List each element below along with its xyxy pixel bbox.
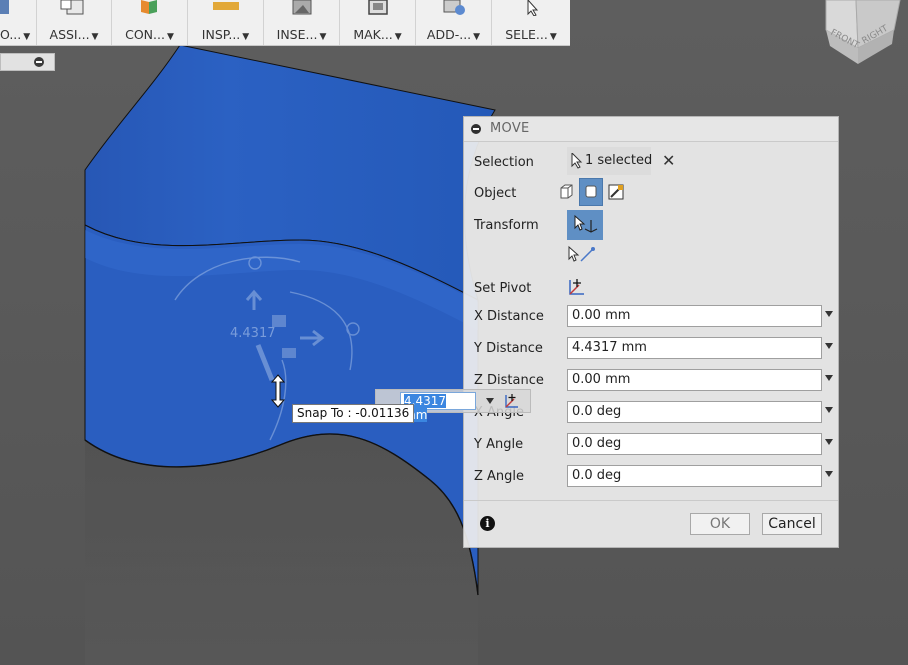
- minimize-icon[interactable]: [471, 124, 481, 134]
- point-to-point-icon[interactable]: [567, 245, 597, 265]
- toolbar-group-insert[interactable]: INSE... ▼: [264, 0, 340, 45]
- snap-tooltip: Snap To : -0.01136: [292, 404, 415, 423]
- info-icon[interactable]: i: [480, 516, 495, 531]
- toolbar: O... ▼ ASSI... ▼ CON... ▼ INSP... ▼ INSE... ▼…: [0, 0, 570, 46]
- chevron-down-icon: ▼: [242, 32, 250, 42]
- chevron-down-icon[interactable]: [825, 343, 833, 349]
- clear-selection-icon[interactable]: ✕: [662, 151, 675, 171]
- free-move-icon: [574, 214, 598, 233]
- view-cube[interactable]: FRONT RIGHT: [818, 0, 908, 70]
- set-pivot-label: Set Pivot: [474, 281, 532, 296]
- cancel-button[interactable]: Cancel: [762, 513, 822, 535]
- toolbar-group-create[interactable]: O... ▼: [0, 0, 37, 45]
- transform-label: Transform: [474, 218, 539, 233]
- toolbar-group-addins[interactable]: ADD-... ▼: [416, 0, 492, 45]
- chevron-down-icon: ▼: [473, 32, 481, 42]
- chevron-down-icon: ▼: [319, 32, 327, 42]
- chevron-down-icon[interactable]: [825, 311, 833, 317]
- chevron-down-icon[interactable]: [825, 471, 833, 477]
- create-icon: [0, 0, 9, 14]
- z-angle-input[interactable]: 0.0 deg: [567, 465, 822, 487]
- vertical-resize-cursor-icon: [270, 374, 286, 408]
- x-distance-input[interactable]: 0.00 mm: [567, 305, 822, 327]
- make-3dprint-icon: [367, 0, 388, 15]
- selection-count: 1 selected: [585, 153, 653, 168]
- toolbar-group-select[interactable]: SELE... ▼: [492, 0, 570, 45]
- dialog-title: MOVE: [490, 121, 530, 136]
- selection-chip[interactable]: 1 selected: [567, 147, 653, 175]
- y-distance-row: Y Distance 4.4317 mm: [474, 337, 834, 361]
- free-move-button[interactable]: [567, 210, 603, 240]
- pivot-axes-icon[interactable]: [503, 392, 521, 410]
- toolbar-group-construct[interactable]: CON... ▼: [112, 0, 188, 45]
- selection-label: Selection: [474, 155, 534, 170]
- z-distance-input[interactable]: 0.00 mm: [567, 369, 822, 391]
- move-bodies-icon[interactable]: [556, 182, 576, 202]
- chevron-down-icon: ▼: [23, 32, 31, 42]
- pivot-axes-icon[interactable]: [567, 277, 587, 297]
- chevron-down-icon[interactable]: [825, 439, 833, 445]
- object-label: Object: [474, 186, 517, 201]
- toolbar-group-assemble[interactable]: ASSI... ▼: [37, 0, 112, 45]
- dialog-footer: i OK Cancel: [464, 500, 838, 547]
- component-icon: [585, 185, 597, 198]
- chevron-down-icon: ▼: [549, 32, 557, 42]
- move-dialog: MOVE Selection 1 selected ✕ Object Trans…: [463, 116, 839, 548]
- x-angle-input[interactable]: 0.0 deg: [567, 401, 822, 423]
- move-components-button[interactable]: [579, 178, 603, 206]
- toolbar-group-make[interactable]: MAK... ▼: [340, 0, 416, 45]
- insert-image-icon: [292, 0, 311, 15]
- chevron-down-icon: ▼: [166, 32, 174, 42]
- toolbar-group-inspect[interactable]: INSP... ▼: [188, 0, 264, 45]
- chevron-down-icon: ▼: [91, 32, 99, 42]
- chevron-down-icon[interactable]: [825, 375, 833, 381]
- chevron-down-icon: ▼: [394, 32, 402, 42]
- y-angle-input[interactable]: 0.0 deg: [567, 433, 822, 455]
- select-cursor-icon: [527, 0, 539, 16]
- z-angle-row: Z Angle 0.0 deg: [474, 465, 834, 489]
- assemble-icon: [60, 0, 84, 15]
- chevron-down-icon[interactable]: [486, 398, 494, 404]
- inspect-ruler-icon: [212, 2, 239, 10]
- y-distance-input[interactable]: 4.4317 mm: [567, 337, 822, 359]
- chevron-down-icon[interactable]: [825, 407, 833, 413]
- manipulator-value-label: 4.4317: [230, 326, 276, 341]
- browser-panel-collapsed[interactable]: [0, 53, 55, 71]
- y-angle-row: Y Angle 0.0 deg: [474, 433, 834, 457]
- move-faces-icon[interactable]: [606, 182, 626, 202]
- collapse-icon[interactable]: [34, 57, 44, 67]
- ok-button[interactable]: OK: [690, 513, 750, 535]
- dialog-title-bar[interactable]: MOVE: [464, 117, 838, 142]
- select-cursor-icon: [571, 153, 583, 169]
- x-distance-row: X Distance 0.00 mm: [474, 305, 834, 329]
- construct-icon: [140, 0, 157, 14]
- addins-gear-icon: [443, 0, 465, 15]
